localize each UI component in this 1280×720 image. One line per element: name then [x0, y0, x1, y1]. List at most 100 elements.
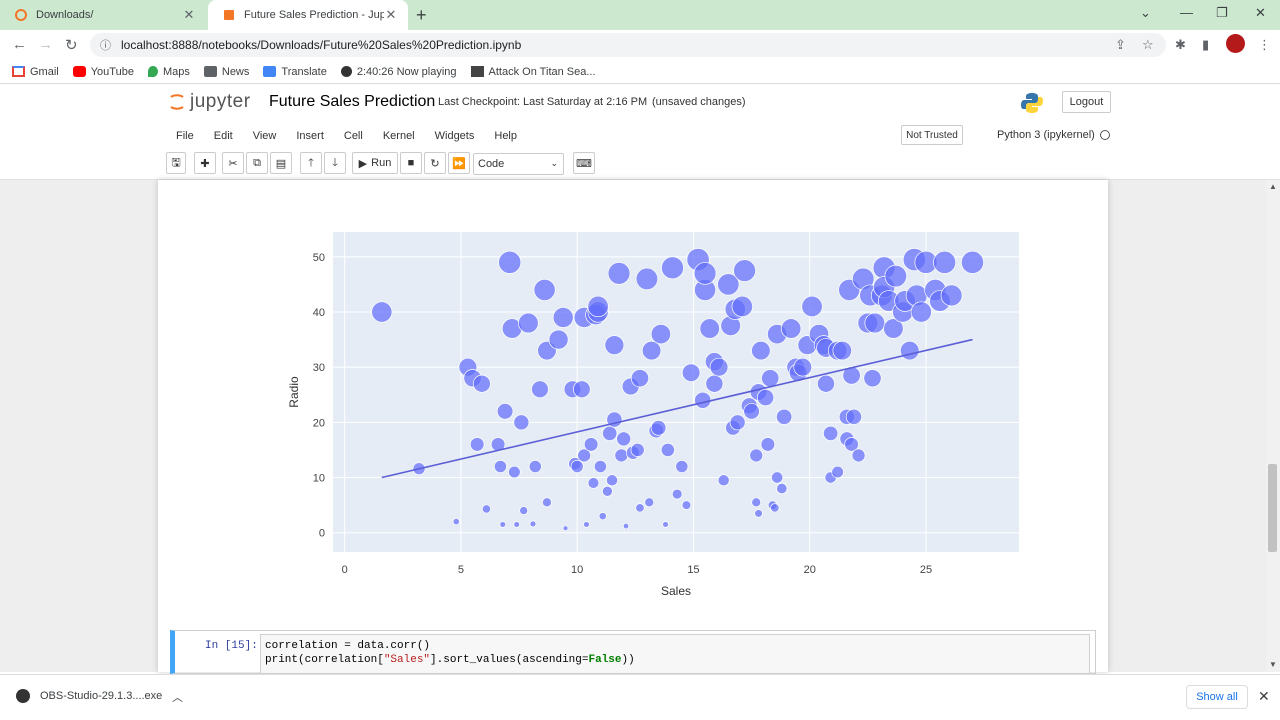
- y-tick-label: 50: [313, 252, 325, 264]
- side-panel-icon[interactable]: ▮: [1202, 37, 1209, 53]
- download-item[interactable]: OBS-Studio-29.1.3....exe: [16, 689, 162, 703]
- data-point: [717, 474, 730, 487]
- chevron-up-icon[interactable]: ︿: [172, 689, 183, 705]
- data-point: [884, 264, 907, 288]
- bookmark-label: News: [221, 65, 250, 78]
- data-point: [583, 437, 599, 452]
- close-window-icon[interactable]: ✕: [1255, 5, 1266, 21]
- restart-button[interactable]: ↻: [424, 152, 446, 174]
- logout-button[interactable]: Logout: [1062, 91, 1111, 113]
- data-point: [660, 442, 675, 457]
- restart-run-all-button[interactable]: ⏩: [448, 152, 470, 174]
- maximize-icon[interactable]: ❐: [1216, 5, 1228, 21]
- move-down-button[interactable]: 🡓: [324, 152, 346, 174]
- trusted-indicator[interactable]: Not Trusted: [901, 125, 963, 145]
- move-up-button[interactable]: 🡑: [300, 152, 322, 174]
- save-button[interactable]: 🖫: [166, 152, 186, 174]
- cell-type-select[interactable]: Code ⌄: [473, 153, 564, 175]
- reload-icon[interactable]: ↻: [65, 36, 78, 54]
- bookmark-maps[interactable]: Maps: [147, 66, 190, 78]
- data-point: [845, 408, 862, 425]
- maps-icon: [147, 66, 158, 77]
- scroll-down-icon[interactable]: ▼: [1269, 660, 1277, 669]
- bookmark-star-icon[interactable]: ☆: [1142, 37, 1154, 53]
- bookmark-label: YouTube: [90, 65, 134, 78]
- menu-cell[interactable]: Cell: [334, 130, 373, 142]
- notebook-title[interactable]: Future Sales Prediction: [269, 93, 435, 111]
- fast-forward-icon: ⏩: [452, 157, 466, 170]
- copy-button[interactable]: ⧉: [246, 152, 268, 174]
- menu-kebab-icon[interactable]: ⋮: [1258, 37, 1271, 53]
- obs-studio-icon: [16, 689, 30, 703]
- data-point: [472, 374, 491, 393]
- cut-button[interactable]: ✂: [222, 152, 244, 174]
- kernel-name[interactable]: Python 3 (ipykernel): [997, 129, 1095, 141]
- code-editor[interactable]: correlation = data.corr() print(correlat…: [260, 634, 1090, 674]
- data-point: [770, 503, 780, 513]
- data-point: [499, 521, 507, 528]
- menu-insert[interactable]: Insert: [286, 130, 334, 142]
- scissors-icon: ✂: [228, 157, 238, 170]
- command-palette-button[interactable]: ⌨: [573, 152, 595, 174]
- data-point: [675, 460, 689, 473]
- data-point: [801, 295, 823, 318]
- scrollbar-thumb[interactable]: [1268, 464, 1277, 552]
- code-string-token: "Sales": [383, 654, 431, 666]
- extensions-icon[interactable]: ✱: [1175, 37, 1186, 53]
- forward-icon[interactable]: →: [38, 36, 53, 53]
- data-point: [635, 267, 659, 291]
- data-point: [518, 312, 539, 334]
- run-button[interactable]: ▶ Run: [352, 152, 398, 174]
- tab-future-sales[interactable]: Future Sales Prediction - Jupyter ✕: [208, 0, 408, 30]
- python-logo-icon: [1021, 93, 1043, 113]
- address-bar[interactable]: ⓘ localhost:8888/notebooks/Downloads/Fut…: [90, 33, 1166, 57]
- menu-file[interactable]: File: [166, 130, 204, 142]
- tab-title: Downloads/: [36, 9, 94, 21]
- jupyter-header: jupyter Future Sales Prediction Last Che…: [0, 85, 1280, 123]
- x-tick-label: 0: [342, 564, 348, 576]
- code-line-1: correlation = data.corr(): [265, 640, 431, 652]
- data-point: [776, 408, 793, 425]
- data-point: [780, 318, 802, 339]
- play-icon: [340, 66, 352, 77]
- profile-avatar[interactable]: [1226, 34, 1245, 53]
- bookmark-now-playing[interactable]: 2:40:26 Now playing: [340, 66, 457, 78]
- data-point: [602, 425, 618, 441]
- bookmark-youtube[interactable]: YouTube: [72, 65, 134, 78]
- browser-tab-strip: Downloads/ ✕ Future Sales Prediction - J…: [0, 0, 1280, 30]
- data-point: [604, 335, 625, 355]
- scroll-up-icon[interactable]: ▲: [1269, 182, 1277, 191]
- data-point: [587, 295, 609, 318]
- site-info-icon[interactable]: ⓘ: [100, 37, 111, 53]
- tab-search-icon[interactable]: ⌄: [1140, 5, 1151, 21]
- cell-prompt: In [15]:: [205, 640, 258, 652]
- bookmark-gmail[interactable]: Gmail: [12, 66, 59, 78]
- share-icon[interactable]: ⇪: [1115, 37, 1126, 53]
- data-point: [749, 448, 764, 463]
- close-tab-icon[interactable]: ✕: [182, 7, 196, 23]
- new-tab-icon[interactable]: +: [416, 5, 427, 26]
- y-tick-label: 0: [319, 528, 325, 540]
- bookmark-news[interactable]: News: [203, 65, 250, 78]
- minimize-icon[interactable]: —: [1180, 5, 1193, 20]
- close-download-shelf-icon[interactable]: ✕: [1258, 688, 1270, 705]
- menu-view[interactable]: View: [243, 130, 287, 142]
- bookmark-translate[interactable]: Translate: [263, 66, 327, 78]
- bookmark-attack-on-titan[interactable]: Attack On Titan Sea...: [470, 66, 596, 78]
- download-shelf: OBS-Studio-29.1.3....exe ︿ Show all ✕: [0, 674, 1280, 720]
- menu-edit[interactable]: Edit: [204, 130, 243, 142]
- paste-button[interactable]: ▤: [270, 152, 292, 174]
- x-tick-label: 25: [920, 564, 932, 576]
- close-tab-icon[interactable]: ✕: [384, 7, 398, 23]
- back-icon[interactable]: ←: [12, 36, 27, 53]
- tab-downloads[interactable]: Downloads/ ✕: [0, 0, 206, 30]
- menu-widgets[interactable]: Widgets: [425, 130, 485, 142]
- scrollbar-track[interactable]: [1266, 180, 1280, 672]
- insert-cell-button[interactable]: ✚: [194, 152, 216, 174]
- menu-kernel[interactable]: Kernel: [373, 130, 425, 142]
- show-all-button[interactable]: Show all: [1186, 685, 1248, 709]
- interrupt-button[interactable]: ■: [400, 152, 422, 174]
- url-text[interactable]: localhost:8888/notebooks/Downloads/Futur…: [121, 38, 521, 52]
- jupyter-logo[interactable]: jupyter: [168, 91, 251, 113]
- menu-help[interactable]: Help: [484, 130, 527, 142]
